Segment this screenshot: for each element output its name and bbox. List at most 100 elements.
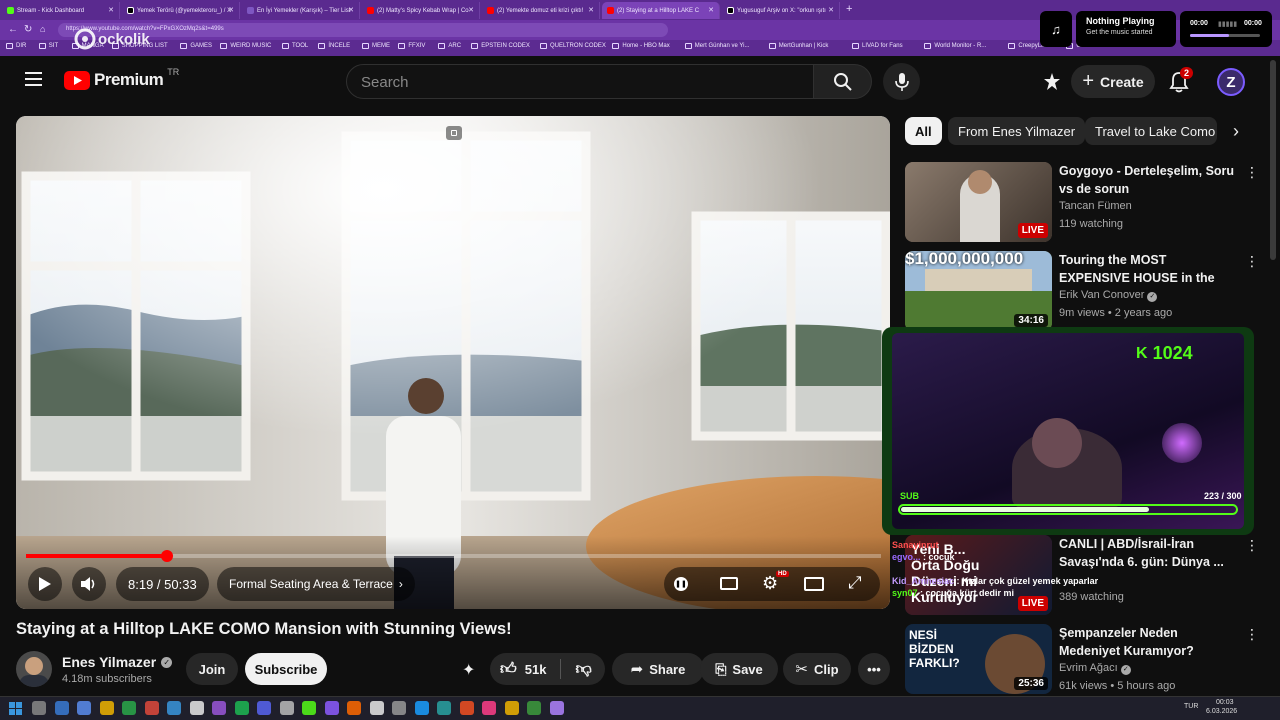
progress-scrubber[interactable] [161,550,174,562]
bookmark-item[interactable]: İNCELE [318,43,350,49]
bookmark-item[interactable]: TOOL [282,43,308,49]
close-tab-icon[interactable]: ✕ [708,6,714,14]
taskbar-app-icon[interactable] [234,701,249,715]
new-tab-button[interactable]: + [846,3,852,15]
bookmark-item[interactable]: GAMES [180,43,212,49]
taskbar-app-icon[interactable] [212,701,226,715]
bookmark-item[interactable]: DIR [6,43,26,49]
taskbar-app-icon[interactable] [437,701,451,715]
list-item[interactable]: LIVE Goygoyo - Derteleşelim, Soru vs de … [905,162,1259,244]
bookmark-item[interactable]: FFXIV [398,43,425,49]
taskbar-app-icon[interactable] [459,701,474,715]
search-button[interactable] [814,64,872,99]
taskbar-app-icon[interactable] [369,701,384,715]
bookmark-item[interactable]: Home - HBO Max [612,43,670,49]
taskbar-app-icon[interactable] [549,701,564,715]
taskbar-app-icon[interactable] [257,701,271,715]
taskbar-app-icon[interactable] [144,701,159,715]
now-playing-bar[interactable] [1190,34,1260,37]
taskbar-app-icon[interactable] [279,701,294,715]
browser-tab[interactable]: Stream - Kick Dashboard ✕ [2,2,120,19]
bookmark-item[interactable]: MertGunhan | Kick [768,43,828,49]
channel-name[interactable]: Enes Yilmazer ✓ [62,654,173,670]
bookmark-item[interactable]: Mert Günhan ve Yi... [684,43,750,49]
bookmark-item[interactable]: WEIRD MUSIC [220,43,271,49]
search-input[interactable]: Search [346,64,814,99]
voice-search-button[interactable] [883,63,920,100]
list-item[interactable]: NESİ BİZDEN FARKLI? 25:36 Şempanzeler Ne… [905,624,1259,706]
language-indicator[interactable]: TUR [1184,703,1198,710]
taskbar-app-icon[interactable] [324,701,339,715]
taskbar-app-icon[interactable] [302,701,316,715]
taskbar-app-icon[interactable] [504,701,519,715]
taskbar-app-icon[interactable] [189,701,204,715]
bookmark-item[interactable]: World Monitor - R... [924,43,986,49]
cast-icon[interactable] [446,126,462,140]
youtube-logo[interactable]: Premium TR [64,67,179,90]
bookmark-item[interactable]: SIT [38,43,58,49]
premium-badge-icon[interactable] [1042,72,1062,97]
clock-time[interactable]: 00:03 [1216,699,1234,706]
more-actions-button[interactable]: ••• [858,653,890,685]
subtitles-icon[interactable] [720,577,738,590]
more-vertical-icon[interactable]: ⋮ [1245,626,1259,643]
browser-tab[interactable]: En İyi Yemekler (Karışık) – Tier List ✕ [242,2,360,19]
notifications-button[interactable]: 2 [1168,67,1194,98]
taskbar-app-icon[interactable] [347,701,361,715]
browser-tab[interactable]: Yugusuguf Arşiv on X: "orkun ışıtı ✕ [722,2,840,19]
close-tab-icon[interactable]: ✕ [348,6,354,14]
close-tab-icon[interactable]: ✕ [588,6,594,14]
taskbar-app-icon[interactable] [167,701,181,715]
create-button[interactable]: + Create [1071,65,1155,98]
close-tab-icon[interactable]: ✕ [468,6,474,14]
chip-topic[interactable]: Travel to Lake Como [1085,117,1217,145]
browser-tab[interactable]: Yemek Terörü (@yemekteroru_) / X ✕ [122,2,240,19]
back-icon[interactable]: ← [8,24,18,35]
taskbar-app-icon[interactable] [99,701,114,715]
theater-mode-icon[interactable] [804,577,824,591]
taskbar-app-icon[interactable] [482,701,496,715]
bookmark-item[interactable]: QUELTRON CODEX [540,43,606,49]
bookmark-item[interactable]: LIVAD for Fans [852,43,903,49]
taskbar-app-icon[interactable] [527,701,541,715]
menu-icon[interactable] [25,72,42,86]
channel-avatar[interactable] [16,651,52,687]
fullscreen-icon[interactable]: ⤢ [848,573,862,593]
home-icon[interactable]: ⌂ [40,24,45,34]
video-player[interactable]: 8:19 / 50:33 Formal Seating Area & Terra… [16,116,890,609]
browser-tab[interactable]: (2) Yemekte domuz eti krizi çıktı! ✕ [482,2,600,19]
more-vertical-icon[interactable]: ⋮ [1245,537,1259,554]
bookmark-item[interactable]: ARC [438,43,461,49]
join-button[interactable]: Join [186,653,238,685]
taskbar-app-icon[interactable] [32,701,46,715]
progress-bar[interactable] [26,550,881,562]
close-tab-icon[interactable]: ✕ [108,6,114,14]
like-button[interactable]: 👍︎ 51k [500,660,546,679]
browser-tab[interactable]: (2) Matty's Spicy Kebab Wrap | Co ✕ [362,2,480,19]
chip-all[interactable]: All [905,117,942,145]
play-button[interactable] [28,567,62,601]
autoplay-toggle[interactable]: ❚❚ [672,576,690,592]
scrollbar[interactable] [1270,60,1276,260]
bookmark-item[interactable]: MEME [362,43,390,49]
music-note-icon[interactable]: ♫ [1040,11,1072,47]
avatar[interactable]: Z [1217,68,1245,96]
windows-start-icon[interactable] [9,702,22,715]
taskbar-app-icon[interactable] [392,701,406,715]
more-vertical-icon[interactable]: ⋮ [1245,253,1259,270]
chapter-button[interactable]: Formal Seating Area & Terrace › [217,567,415,601]
share-button[interactable]: ➦ Share [612,653,704,685]
taskbar-app-icon[interactable] [122,701,136,715]
browser-tab-active[interactable]: (2) Staying at a Hilltop LAKE C ✕ [602,2,720,19]
close-tab-icon[interactable]: ✕ [228,6,234,14]
subscribe-button[interactable]: Subscribe [245,653,327,685]
clip-button[interactable]: ✂ Clip [783,653,851,685]
premium-badge-icon[interactable]: ✦ [462,660,475,680]
taskbar-app-icon[interactable] [77,701,91,715]
clock-date[interactable]: 6.03.2026 [1206,708,1237,715]
chevron-right-icon[interactable]: › [1222,117,1250,145]
chip-from-channel[interactable]: From Enes Yilmazer [948,117,1086,145]
dislike-button[interactable]: 👎︎ [575,660,591,679]
taskbar-app-icon[interactable] [54,701,69,715]
taskbar-app-icon[interactable] [414,701,429,715]
